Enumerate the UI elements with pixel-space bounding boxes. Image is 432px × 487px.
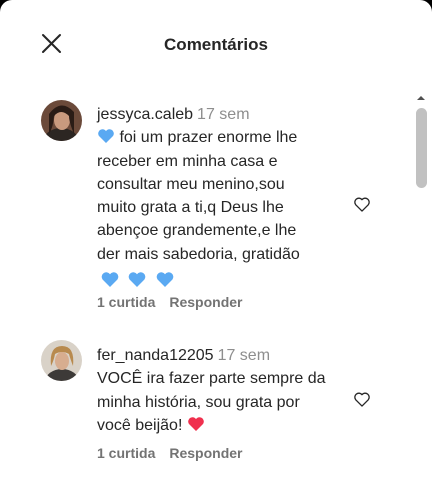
comment-username[interactable]: jessyca.caleb <box>97 106 193 123</box>
avatar[interactable] <box>41 100 82 141</box>
comment-line: muito grata a ti,q Deus lhe <box>97 199 284 217</box>
likes-count[interactable]: 1 curtida <box>97 294 155 310</box>
like-button[interactable] <box>352 194 372 214</box>
modal-header: Comentários <box>0 0 432 90</box>
comment-line: abençoe grandemente,e lhe <box>97 222 297 240</box>
comment-text-block: fer_nanda12205 17 sem VOCÊ ira fazer part… <box>97 344 357 437</box>
comment-line: receber em minha casa e <box>97 152 278 170</box>
avatar[interactable] <box>41 340 82 381</box>
heart-outline-icon <box>354 392 370 407</box>
comment-text-block: jessyca.caleb 17 sem foi um prazer enorme… <box>97 103 347 293</box>
blue-heart-icon <box>156 272 174 288</box>
scrollbar-thumb[interactable] <box>416 108 427 188</box>
modal-title: Comentários <box>164 35 268 54</box>
reply-button[interactable]: Responder <box>169 445 242 461</box>
comment-line: consultar meu menino,sou <box>97 175 285 193</box>
blue-heart-icon <box>98 129 114 144</box>
comment-line: der mais sabedoria, gratidão <box>97 245 300 263</box>
reply-button[interactable]: Responder <box>169 294 242 310</box>
like-button[interactable] <box>352 389 372 409</box>
comment-time[interactable]: 17 sem <box>197 106 249 123</box>
comment-actions: 1 curtida Responder <box>97 445 242 461</box>
comment-username[interactable]: fer_nanda12205 <box>97 347 214 364</box>
blue-heart-icon <box>129 272 146 288</box>
heart-outline-icon <box>354 197 370 212</box>
comments-list[interactable]: jessyca.caleb 17 sem foi um prazer enorme… <box>0 90 410 487</box>
likes-count[interactable]: 1 curtida <box>97 445 155 461</box>
red-heart-icon <box>188 417 204 431</box>
scroll-up-arrow-icon[interactable] <box>417 94 425 102</box>
comment-line: VOCÊ ira fazer parte sempre da <box>97 370 326 388</box>
comment-time[interactable]: 17 sem <box>218 347 270 364</box>
comment-line: você beijão! <box>97 416 183 434</box>
comment-actions: 1 curtida Responder <box>97 294 242 310</box>
comments-modal: Comentários jessyca.caleb 17 sem foi um p… <box>0 0 432 487</box>
comment-line: foi um prazer enorme lhe <box>115 129 298 147</box>
emoji-row <box>100 270 175 293</box>
blue-heart-icon <box>101 272 119 288</box>
comment-line: minha história, sou grata por <box>97 393 300 411</box>
